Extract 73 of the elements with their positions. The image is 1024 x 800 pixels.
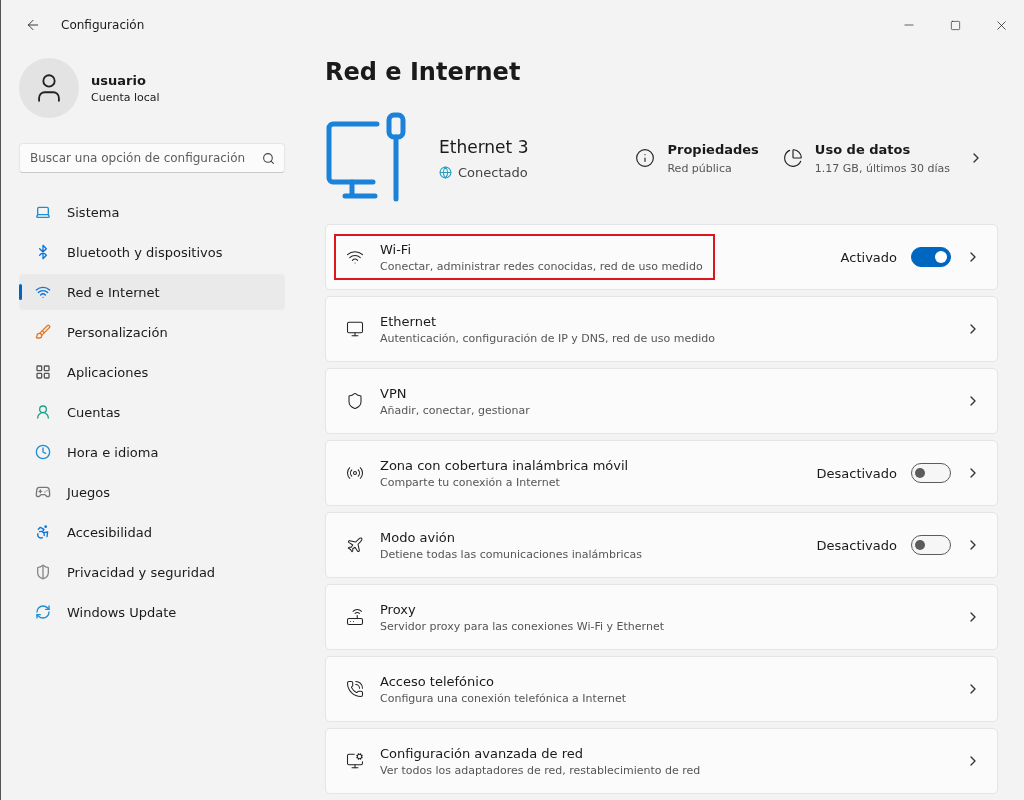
sidebar-item[interactable]: Red e Internet [19, 274, 285, 310]
toggle-switch[interactable] [911, 463, 951, 483]
properties-link[interactable]: Propiedades Red pública [635, 141, 759, 175]
settings-card[interactable]: Ethernet Autenticación, configuración de IP y DNS, red de uso medido [325, 296, 998, 362]
setting-title: Acceso telefónico [380, 673, 495, 689]
page-title: Red e Internet [325, 58, 522, 88]
setting-title: Modo avión [380, 529, 456, 545]
setting-description: Añadir, conectar, gestionar [380, 403, 530, 417]
settings-card[interactable]: Wi-Fi Conectar, administrar redes conocidas, red de uso medido Activado [325, 224, 998, 290]
shield-icon [35, 564, 51, 580]
search-field[interactable]: Buscar una opción de configuración [19, 143, 285, 173]
phone-icon [346, 680, 364, 698]
setting-description: Configura una conexión telefónica a Internet [380, 691, 627, 705]
setting-description: Detiene todas las comunicaciones inalámbricas [380, 547, 643, 561]
apps-icon [35, 364, 51, 380]
broadcast-icon [346, 464, 364, 482]
computer-cable-icon [325, 112, 409, 204]
monitor-icon [346, 320, 364, 338]
toggle-state-label: Activado [840, 249, 897, 265]
shield-icon [346, 392, 364, 410]
search-icon [262, 151, 275, 165]
settings-card[interactable]: Proxy Servidor proxy para las conexiones Wi-Fi y Ethernet [325, 584, 998, 650]
toggle-state-label: Desactivado [816, 537, 897, 553]
router-icon [346, 608, 364, 626]
gamepad-icon [35, 484, 51, 500]
setting-title: Zona con cobertura inalámbrica móvil [380, 457, 629, 473]
sidebar-item[interactable]: Sistema [19, 194, 285, 230]
settings-card[interactable]: Zona con cobertura inalámbrica móvil Comparte tu conexión a Internet Desactivado [325, 440, 998, 506]
globe-icon [439, 165, 452, 179]
settings-card[interactable]: Acceso telefónico Configura una conexión telefónica a Internet [325, 656, 998, 722]
setting-title: Proxy [380, 601, 417, 617]
window-title: Configuración [61, 18, 146, 32]
airplane-icon [346, 536, 364, 554]
setting-description: Autenticación, configuración de IP y DNS, red de uso medido [380, 331, 715, 345]
person-icon [35, 404, 51, 420]
settings-card[interactable]: Configuración avanzada de red Ver todos los adaptadores de red, restablecimiento de red [325, 728, 998, 794]
refresh-icon [35, 604, 51, 620]
sidebar-item[interactable]: Cuentas [19, 394, 285, 430]
setting-title: Wi-Fi [380, 241, 412, 257]
wifi-icon [35, 284, 51, 300]
accessibility-icon [35, 524, 51, 540]
sidebar-item[interactable]: Hora e idioma [19, 434, 285, 470]
toggle-switch[interactable] [911, 535, 951, 555]
setting-title: Configuración avanzada de red [380, 745, 585, 761]
sidebar-item[interactable]: Personalización [19, 314, 285, 350]
setting-description: Comparte tu conexión a Internet [380, 475, 561, 489]
sidebar-item[interactable]: Accesibilidad [19, 514, 285, 550]
clock-icon [35, 444, 51, 460]
info-icon [635, 148, 656, 168]
data-usage-link[interactable]: Uso de datos 1.17 GB, últimos 30 días [782, 141, 984, 175]
laptop-icon [35, 204, 51, 220]
sidebar-item[interactable]: Windows Update [19, 594, 285, 630]
sidebar-item[interactable]: Aplicaciones [19, 354, 285, 390]
connection-name: Ethernet 3 [439, 136, 529, 157]
sidebar-item[interactable]: Privacidad y seguridad [19, 554, 285, 590]
brush-icon [35, 324, 51, 340]
account-type: Cuenta local [91, 90, 160, 104]
user-name: usuario [91, 72, 147, 88]
setting-title: Ethernet [380, 313, 437, 329]
sidebar-item[interactable]: Juegos [19, 474, 285, 510]
sidebar-item[interactable]: Bluetooth y dispositivos [19, 234, 285, 270]
setting-description: Servidor proxy para las conexiones Wi-Fi y Ethernet [380, 619, 664, 633]
pie-chart-icon [782, 148, 803, 168]
setting-title: VPN [380, 385, 408, 401]
setting-description: Ver todos los adaptadores de red, restablecimiento de red [380, 763, 701, 777]
monitor-gear-icon [346, 752, 364, 770]
toggle-switch[interactable] [911, 247, 951, 267]
toggle-state-label: Desactivado [816, 465, 897, 481]
maximize-icon [949, 19, 961, 31]
setting-description: Conectar, administrar redes conocidas, red de uso medido [380, 259, 703, 273]
settings-card[interactable]: Modo avión Detiene todas las comunicaciones inalámbricas Desactivado [325, 512, 998, 578]
settings-card[interactable]: VPN Añadir, conectar, gestionar [325, 368, 998, 434]
connection-status: Conectado [458, 164, 528, 180]
